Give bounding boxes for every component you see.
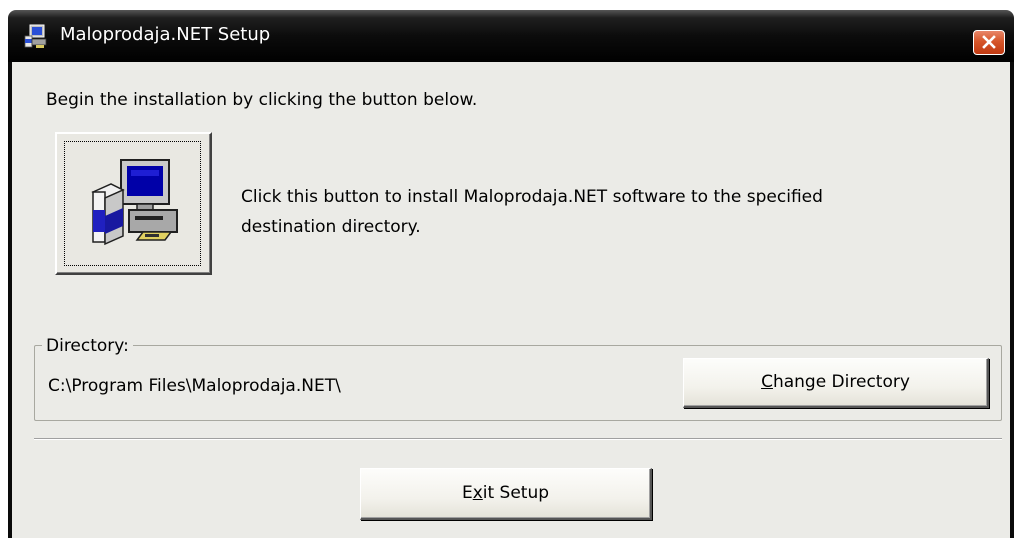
change-directory-button[interactable]: Change Directory xyxy=(683,358,989,408)
exit-setup-label-start: E xyxy=(461,483,473,503)
install-button[interactable] xyxy=(55,132,212,275)
separator-line xyxy=(34,438,1002,440)
install-description-line2: destination directory. xyxy=(241,217,421,237)
instruction-text: Begin the installation by clicking the b… xyxy=(46,90,478,110)
install-description-line1: Click this button to install Maloprodaja… xyxy=(241,187,823,207)
setup-computer-icon xyxy=(22,23,48,49)
exit-setup-button[interactable]: Exit Setup xyxy=(360,468,652,520)
window-frame-right xyxy=(1010,62,1014,538)
exit-setup-mnemonic: x xyxy=(472,483,483,503)
install-computer-icon xyxy=(87,156,183,256)
close-icon xyxy=(982,35,996,49)
dialog-client-area: Begin the installation by clicking the b… xyxy=(12,62,1010,538)
close-button[interactable] xyxy=(973,30,1005,55)
change-directory-label-rest: hange Directory xyxy=(772,372,910,392)
exit-setup-label-rest: it Setup xyxy=(482,483,550,503)
directory-path: C:\Program Files\Maloprodaja.NET\ xyxy=(48,376,341,396)
window-title: Maloprodaja.NET Setup xyxy=(60,24,271,45)
directory-group-label: Directory: xyxy=(42,336,133,356)
setup-window: Maloprodaja.NET Setup Begin the installa… xyxy=(0,0,1014,538)
change-directory-mnemonic: C xyxy=(761,372,773,392)
title-bar[interactable]: Maloprodaja.NET Setup xyxy=(8,10,1014,62)
